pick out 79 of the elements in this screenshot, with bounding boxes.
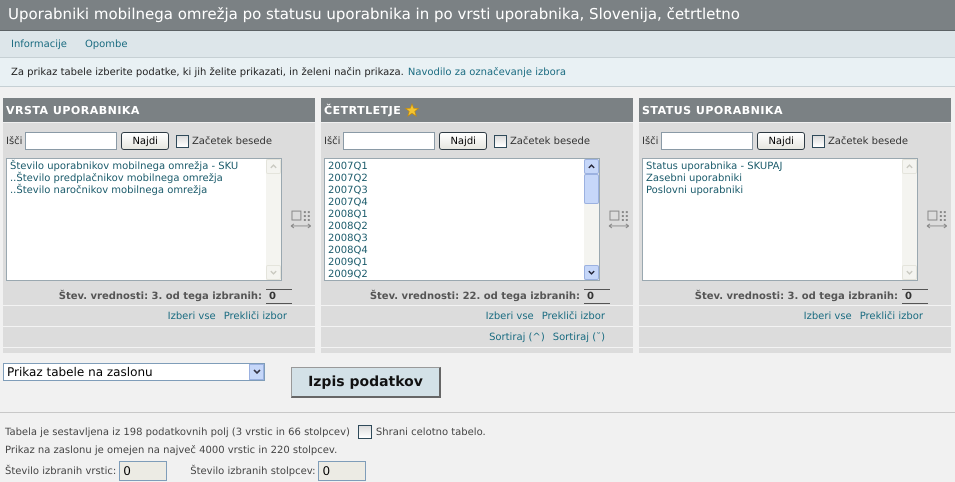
action-link[interactable]: Prekliči izbor [860,310,923,322]
count-text: Štev. vrednosti: 22. od tega izbranih: [370,290,580,302]
search-label: Išči [324,136,340,146]
output-select[interactable]: Prikaz tabele na zaslonu [3,363,265,381]
scrollbar[interactable] [584,159,600,280]
info-text: Za prikaz tabele izberite podatke, ki jih želite prikazati, in želeni način prikaza. [11,66,404,78]
search-field[interactable] [661,132,754,150]
count-text: Štev. vrednosti: 3. od tega izbranih: [694,290,898,302]
list-box[interactable]: Število uporabnikov mobilnega omrežja - SKU ..Število predplačnikov mobilnega omrežja ..Število naročnikov mobilnega omrežja [6,158,282,281]
checkbox[interactable] [494,134,507,148]
list-item[interactable]: ..Število predplačnikov mobilnega omrežja [10,173,264,185]
chevron-down-icon [269,268,278,277]
list-item[interactable]: 2007Q3 [328,185,582,197]
resize-icon[interactable] [608,208,630,230]
action-link[interactable]: Izberi vse [804,310,852,322]
checkbox-label: Začetek besede [192,136,272,146]
scroll-down-button[interactable] [584,265,600,280]
list-item[interactable]: Število uporabnikov mobilnega omrežja - SKU [10,161,264,173]
chevron-down-icon [587,268,596,277]
count-field: 0 [318,461,366,481]
checkbox[interactable] [176,134,189,148]
list-item[interactable]: 2008Q2 [328,221,582,233]
find-button[interactable]: Najdi [439,132,487,150]
resize-icon[interactable] [926,208,948,230]
resize-icon[interactable] [290,208,312,230]
find-button[interactable]: Najdi [757,132,805,150]
selected-count: 0 [266,288,292,304]
nav-link[interactable]: Opombe [84,38,128,50]
search-field[interactable] [25,132,118,150]
chevron-up-icon [587,162,596,171]
list-item[interactable]: 2008Q4 [328,245,582,257]
list-item[interactable]: 2007Q1 [328,161,582,173]
list-item[interactable]: 2009Q2 [328,269,582,280]
selected-count: 0 [584,288,610,304]
find-button[interactable]: Najdi [121,132,169,150]
panel-title: VRSTA UPORABNIKA [6,104,140,116]
help-link[interactable]: Navodilo za označevanje izbora [408,66,566,78]
search-label: Išči [6,136,22,146]
action-link[interactable]: Prekliči izbor [542,310,605,322]
list-item[interactable]: 2007Q2 [328,173,582,185]
scroll-up-button[interactable] [584,159,600,174]
count-field: 0 [119,461,168,481]
chevron-up-icon [905,162,914,171]
checkbox-label: Shrani celotno tabelo. [376,426,486,438]
checkbox-label: Začetek besede [828,136,908,146]
submit-button[interactable]: Izpis podatkov [291,366,441,398]
list-box[interactable]: Status uporabnika - SKUPAJ Zasebni uporabniki Poslovni uporabniki [642,158,918,281]
count-label: Število izbranih stolpcev: [190,466,316,476]
count-text: Štev. vrednosti: 3. od tega izbranih: [58,290,262,302]
checkbox[interactable] [812,134,825,148]
list-item[interactable]: Poslovni uporabniki [646,185,900,197]
list-item[interactable]: 2009Q1 [328,257,582,269]
checkbox-label: Začetek besede [510,136,590,146]
list-item[interactable]: 2007Q4 [328,197,582,209]
list-item[interactable]: 2008Q3 [328,233,582,245]
summary-text: Tabela je sestavljena iz 198 podatkovnih polj (3 vrstic in 66 stolpcev) [5,426,350,438]
star-icon [405,103,420,117]
list-item[interactable]: Zasebni uporabniki [646,173,900,185]
limit-text: Prikaz na zaslonu je omejen na največ 4000 vrstic in 220 stolpcev. [5,444,338,456]
panel-title: STATUS UPORABNIKA [642,104,783,116]
action-link[interactable]: Prekliči izbor [224,310,287,322]
panel-title: ČETRTLETJE [324,104,402,116]
list-item[interactable]: Status uporabnika - SKUPAJ [646,161,900,173]
search-field[interactable] [343,132,436,150]
list-box[interactable]: 2007Q1 2007Q2 2007Q3 2007Q4 2008Q1 2008Q2 2008Q3 2008Q4 2009Q1 2009Q2 [324,158,600,281]
nav-link[interactable]: Informacije [11,38,67,50]
selected-count: 0 [902,288,928,304]
action-link[interactable]: Izberi vse [168,310,216,322]
chevron-up-icon [269,162,278,171]
list-item[interactable]: 2008Q1 [328,209,582,221]
count-label: Število izbranih vrstic: [5,466,116,476]
list-item[interactable]: ..Število naročnikov mobilnega omrežja [10,185,264,197]
chevron-down-icon [905,268,914,277]
search-label: Išči [642,136,658,146]
action-link[interactable]: Izberi vse [486,310,534,322]
sort-link[interactable]: Sortiraj (˘) [552,332,605,342]
page-title: Uporabniki mobilnega omrežja po statusu uporabnika in po vrsti uporabnika, Slovenija, četrtletno [8,5,740,23]
checkbox[interactable] [358,425,372,439]
sort-link[interactable]: Sortiraj (^) [489,332,545,342]
